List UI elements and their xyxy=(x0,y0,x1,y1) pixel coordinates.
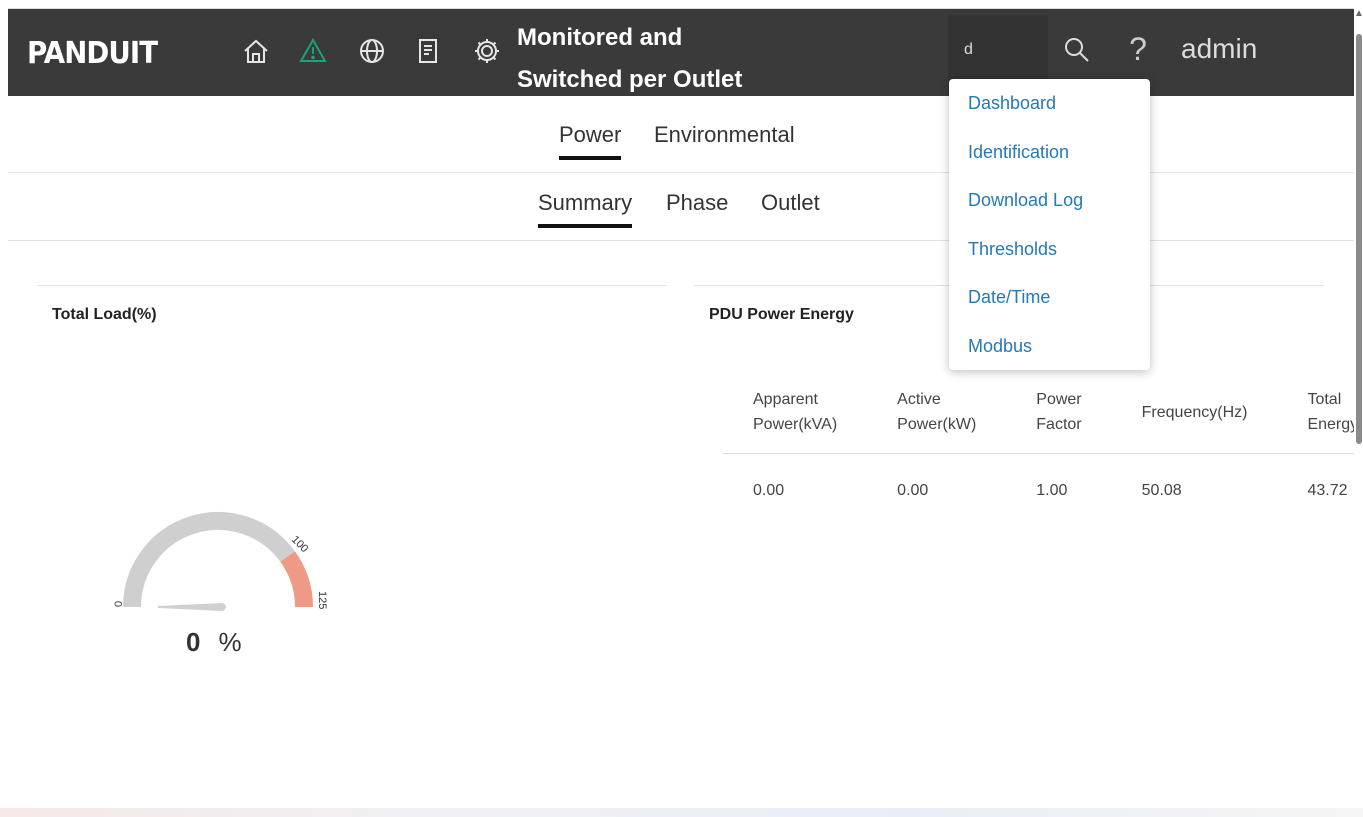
menu-item-modbus[interactable]: Modbus xyxy=(949,328,1150,377)
gauge-needle xyxy=(158,603,226,611)
secondary-tab-bar: Summary Phase Outlet xyxy=(8,173,1354,241)
tab-power[interactable]: Power xyxy=(559,122,622,160)
table-cell: 0.00 xyxy=(897,482,929,499)
scrollbar-thumb[interactable] xyxy=(1356,34,1362,444)
menu-item-thresholds[interactable]: Thresholds xyxy=(949,231,1150,280)
bottom-strip xyxy=(0,808,1363,817)
page: PANDUIT Monitored and Switched per Outle… xyxy=(0,0,1363,817)
home-icon[interactable] xyxy=(241,36,271,66)
table-row: 0.00 0.00 1.00 50.08 43.72 xyxy=(723,454,1354,511)
column-header: Frequency(Hz) xyxy=(1111,379,1278,454)
column-header: TotalEnergy(kWh) xyxy=(1277,379,1354,454)
device-menu-dropdown: Dashboard Identification Download Log Th… xyxy=(949,79,1150,370)
menu-item-date-time[interactable]: Date/Time xyxy=(949,279,1150,328)
search-icon[interactable] xyxy=(1062,35,1092,65)
gear-icon[interactable] xyxy=(472,36,502,66)
table-cell: 1.00 xyxy=(1036,482,1068,499)
globe-icon[interactable] xyxy=(357,36,387,66)
gauge-max-label: 125 xyxy=(316,591,328,609)
total-load-gauge: 0 100 125 xyxy=(113,512,328,611)
menu-item-download-log[interactable]: Download Log xyxy=(949,182,1150,231)
panduit-logo: PANDUIT xyxy=(27,36,158,71)
gauge-warning-band xyxy=(280,551,313,608)
user-menu[interactable]: admin xyxy=(1181,33,1257,65)
tab-phase[interactable]: Phase xyxy=(666,190,728,216)
log-icon[interactable] xyxy=(413,36,443,66)
tab-summary[interactable]: Summary xyxy=(538,190,633,228)
column-header: Power Factor xyxy=(1006,379,1112,454)
energy-title: PDU Power Energy xyxy=(709,306,854,323)
device-title-line1: Monitored and xyxy=(517,24,683,51)
divider xyxy=(37,285,667,286)
table-header-row: Apparent Power(kVA) Active Power(kW) Power… xyxy=(723,379,1354,454)
load-unit: % xyxy=(218,627,242,657)
scrollbar[interactable] xyxy=(1354,30,1363,450)
menu-item-dashboard[interactable]: Dashboard xyxy=(949,85,1150,134)
energy-table: Apparent Power(kVA) Active Power(kW) Power… xyxy=(723,379,1354,510)
tab-outlet[interactable]: Outlet xyxy=(761,190,820,216)
gauge-track xyxy=(123,512,295,608)
device-title-line2: Switched per Outlet xyxy=(517,66,743,93)
tab-environmental[interactable]: Environmental xyxy=(654,122,795,148)
scroll-up-arrow[interactable]: ▲ xyxy=(1354,8,1363,22)
table-cell: 50.08 xyxy=(1141,482,1182,499)
primary-tab-bar: Power Environmental xyxy=(8,96,1354,173)
top-navigation-bar: PANDUIT Monitored and Switched per Outle… xyxy=(8,9,1354,96)
device-title: Monitored and Switched per Outlet xyxy=(517,17,817,101)
gauge-min-label: 0 xyxy=(113,601,125,607)
load-number: 0 xyxy=(186,627,201,657)
column-header: Active Power(kW) xyxy=(867,379,1007,454)
alert-icon[interactable] xyxy=(298,36,328,66)
help-icon[interactable]: ? xyxy=(1126,31,1150,68)
app-window: PANDUIT Monitored and Switched per Outle… xyxy=(8,8,1354,672)
menu-item-identification[interactable]: Identification xyxy=(949,134,1150,183)
column-header: Apparent Power(kVA) xyxy=(723,379,868,454)
total-load-value: 0% xyxy=(186,627,242,658)
table-cell: 0.00 xyxy=(753,482,785,499)
table-cell: 43.72 xyxy=(1307,482,1348,499)
total-load-title: Total Load(%) xyxy=(52,306,157,323)
